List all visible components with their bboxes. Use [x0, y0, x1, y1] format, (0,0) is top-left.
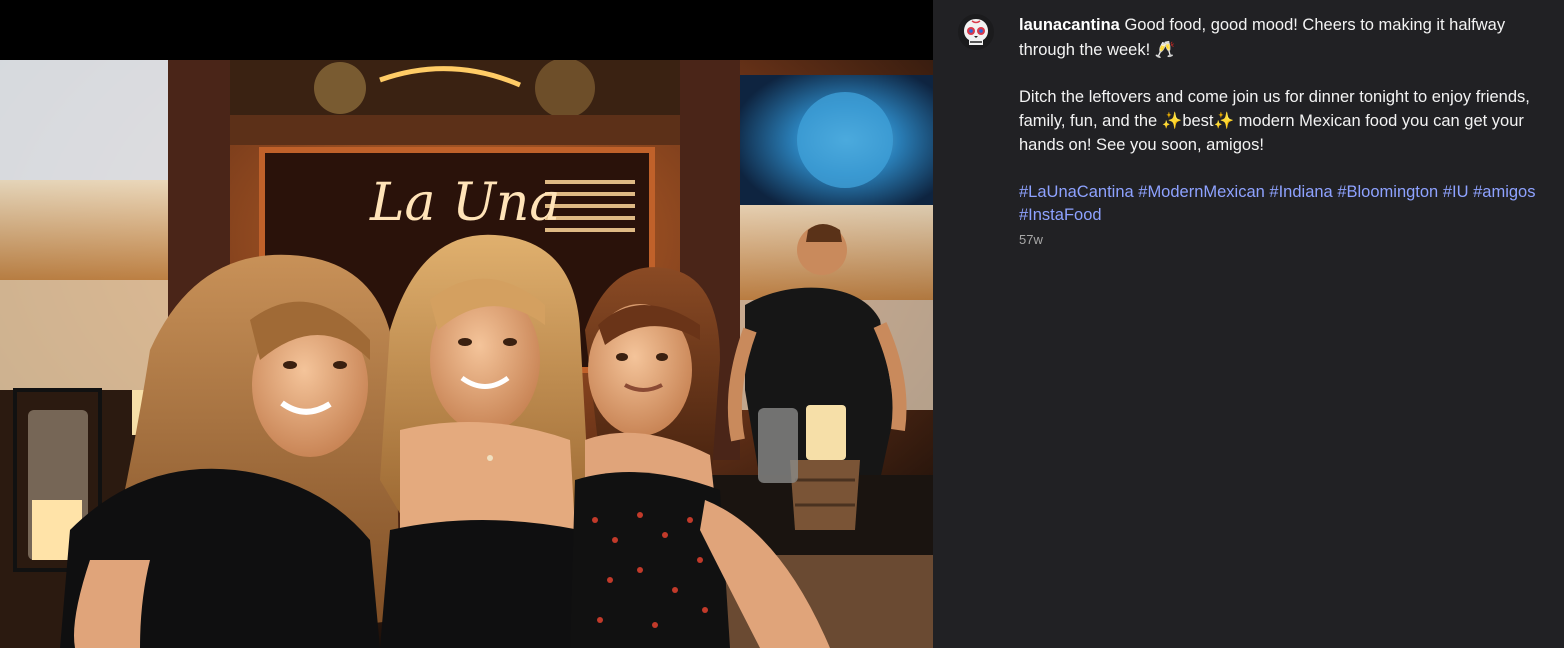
caption-text-best: best: [1182, 112, 1214, 130]
hashtag-link[interactable]: #Bloomington: [1337, 183, 1438, 201]
caption-paragraph-2: Ditch the leftovers and come join us for…: [1019, 86, 1539, 158]
neon-sign: La Una: [369, 173, 560, 233]
sparkles-icon: ✨: [1213, 111, 1235, 130]
hashtag-list: #LaUnaCantina #ModernMexican #Indiana #B…: [1019, 181, 1539, 228]
photo-pane: La Una: [0, 0, 933, 648]
username-link[interactable]: launacantina: [1019, 16, 1120, 34]
profile-avatar[interactable]: [958, 14, 994, 50]
hashtag-link[interactable]: #LaUnaCantina: [1019, 183, 1134, 201]
sugar-skull-icon: [964, 19, 988, 45]
hashtag-link[interactable]: #InstaFood: [1019, 206, 1102, 224]
cheers-icon: 🥂: [1154, 39, 1176, 59]
photo-illustration: La Una: [0, 60, 933, 648]
post-photo[interactable]: La Una: [0, 60, 933, 648]
hashtag-link[interactable]: #IU: [1443, 183, 1469, 201]
person-middle: [380, 234, 590, 648]
hashtag-link[interactable]: #ModernMexican: [1138, 183, 1265, 201]
sparkles-icon: ✨: [1161, 111, 1183, 130]
hashtag-link[interactable]: #amigos: [1473, 183, 1535, 201]
post-caption: launacantina Good food, good mood! Cheer…: [1019, 14, 1539, 228]
post-timestamp[interactable]: 57w: [1019, 232, 1043, 247]
hashtag-link[interactable]: #Indiana: [1269, 183, 1332, 201]
caption-paragraph-1: launacantina Good food, good mood! Cheer…: [1019, 14, 1539, 62]
post-viewer: La Una launacantina Good food, good mood…: [0, 0, 1564, 648]
